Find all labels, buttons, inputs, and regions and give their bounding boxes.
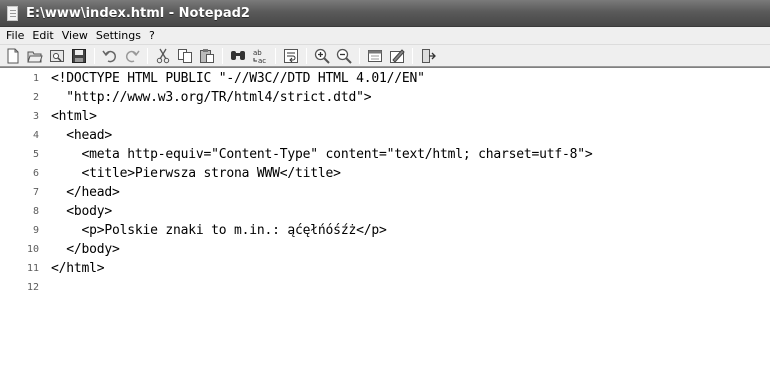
- notepad2-window: E:\www\index.html - Notepad2 File Edit V…: [0, 0, 770, 380]
- line-text[interactable]: <head>: [40, 128, 112, 143]
- line-text[interactable]: <p>Polskie znaki to m.in.: ąćęłńóśźż</p>: [40, 223, 387, 238]
- notepad-app-icon: [5, 5, 20, 21]
- zoom-in-icon[interactable]: [311, 46, 333, 66]
- line-text[interactable]: "http://www.w3.org/TR/html4/strict.dtd">: [40, 90, 371, 105]
- code-line: 9 <p>Polskie znaki to m.in.: ąćęłńóśźż</…: [0, 221, 770, 240]
- paste-icon[interactable]: [196, 46, 218, 66]
- cut-icon[interactable]: [152, 46, 174, 66]
- code-line: 6 <title>Pierwsza strona WWW</title>: [0, 164, 770, 183]
- line-text[interactable]: <meta http-equiv="Content-Type" content=…: [40, 147, 593, 162]
- line-text[interactable]: </head>: [40, 185, 120, 200]
- browse-icon[interactable]: [46, 46, 68, 66]
- replace-icon[interactable]: ab ac: [249, 46, 271, 66]
- line-number: 9: [32, 225, 39, 236]
- svg-text:ab: ab: [253, 49, 262, 57]
- code-line: 8 <body>: [0, 202, 770, 221]
- menu-edit[interactable]: Edit: [28, 29, 57, 42]
- line-number: 5: [32, 149, 39, 160]
- line-number: 12: [26, 282, 39, 293]
- toolbar-separator: [412, 47, 413, 64]
- line-text[interactable]: <html>: [40, 109, 97, 124]
- toolbar-separator: [359, 47, 360, 64]
- line-number: 8: [32, 206, 39, 217]
- menu-file[interactable]: File: [2, 29, 28, 42]
- menu-view[interactable]: View: [58, 29, 92, 42]
- code-line: 2 "http://www.w3.org/TR/html4/strict.dtd…: [0, 88, 770, 107]
- toolbar: ab ac: [0, 45, 770, 67]
- code-line: 5 <meta http-equiv="Content-Type" conten…: [0, 145, 770, 164]
- line-number: 6: [32, 168, 39, 179]
- line-number: 10: [26, 244, 39, 255]
- editor-area[interactable]: 1 <!DOCTYPE HTML PUBLIC "-//W3C//DTD HTM…: [0, 67, 770, 380]
- copy-icon[interactable]: [174, 46, 196, 66]
- code-line: 11 </html>: [0, 259, 770, 278]
- toolbar-separator: [147, 47, 148, 64]
- toolbar-separator: [275, 47, 276, 64]
- title-bar[interactable]: E:\www\index.html - Notepad2: [0, 0, 770, 27]
- code-line: 7 </head>: [0, 183, 770, 202]
- line-number: 3: [32, 111, 39, 122]
- toolbar-separator: [222, 47, 223, 64]
- line-text[interactable]: <!DOCTYPE HTML PUBLIC "-//W3C//DTD HTML …: [40, 71, 425, 86]
- undo-icon[interactable]: [99, 46, 121, 66]
- svg-text:ac: ac: [258, 57, 266, 64]
- window-title: E:\www\index.html - Notepad2: [26, 5, 250, 21]
- toolbar-separator: [306, 47, 307, 64]
- code-line: 4 <head>: [0, 126, 770, 145]
- menu-help[interactable]: ?: [145, 29, 159, 42]
- toolbar-separator: [94, 47, 95, 64]
- line-number: 11: [26, 263, 39, 274]
- save-icon[interactable]: [68, 46, 90, 66]
- line-text[interactable]: </body>: [40, 242, 120, 257]
- menu-settings[interactable]: Settings: [92, 29, 145, 42]
- line-text[interactable]: <body>: [40, 204, 112, 219]
- wordwrap-icon[interactable]: [280, 46, 302, 66]
- line-text[interactable]: <title>Pierwsza strona WWW</title>: [40, 166, 342, 181]
- menu-bar: File Edit View Settings ?: [0, 27, 770, 45]
- zoom-out-icon[interactable]: [333, 46, 355, 66]
- line-number: 1: [32, 73, 39, 84]
- scheme-icon[interactable]: [386, 46, 408, 66]
- open-icon[interactable]: [24, 46, 46, 66]
- view-icon[interactable]: [364, 46, 386, 66]
- line-number: 2: [32, 92, 39, 103]
- line-text[interactable]: </html>: [40, 261, 105, 276]
- find-icon[interactable]: [227, 46, 249, 66]
- code-line: 1 <!DOCTYPE HTML PUBLIC "-//W3C//DTD HTM…: [0, 69, 770, 88]
- redo-icon[interactable]: [121, 46, 143, 66]
- code-line: 3 <html>: [0, 107, 770, 126]
- code-line: 12: [0, 278, 770, 297]
- exit-icon[interactable]: [417, 46, 439, 66]
- code-line: 10 </body>: [0, 240, 770, 259]
- line-number: 7: [32, 187, 39, 198]
- new-icon[interactable]: [2, 46, 24, 66]
- line-number: 4: [32, 130, 39, 141]
